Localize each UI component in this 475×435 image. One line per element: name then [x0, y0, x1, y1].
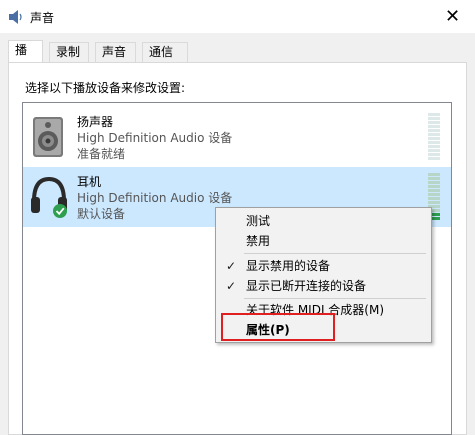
- menu-item-show-disabled[interactable]: ✓ 显示禁用的设备: [218, 256, 429, 276]
- tab-sounds[interactable]: 声音: [95, 42, 136, 62]
- menu-item-show-disconnected[interactable]: ✓ 显示已断开连接的设备: [218, 276, 429, 296]
- device-name: 扬声器: [77, 115, 114, 129]
- volume-level-meter: [428, 113, 440, 163]
- tab-communications[interactable]: 通信: [142, 42, 188, 62]
- speaker-app-icon: [9, 10, 22, 24]
- menu-separator: [244, 298, 426, 299]
- menu-item-disable[interactable]: 禁用: [218, 231, 429, 251]
- check-icon: ✓: [226, 279, 237, 293]
- instruction-text: 选择以下播放设备来修改设置:: [25, 81, 186, 95]
- device-description: High Definition Audio 设备: [77, 191, 233, 205]
- device-speaker[interactable]: 扬声器 High Definition Audio 设备 准备就绪: [23, 107, 451, 167]
- device-status: 准备就绪: [77, 147, 126, 161]
- tab-recording[interactable]: 录制: [49, 42, 89, 62]
- tab-playback[interactable]: 播放: [8, 40, 43, 76]
- sound-dialog: 声音 ✕ 播放 录制 声音 通信 选择以下播放设备来修改设置: 扬声器 High…: [0, 0, 475, 435]
- speaker-icon: [33, 117, 63, 157]
- highlight-annotation-box: [221, 313, 335, 341]
- menu-item-test[interactable]: 测试: [218, 211, 429, 231]
- close-button[interactable]: ✕: [430, 0, 475, 33]
- device-name: 耳机: [77, 175, 102, 189]
- window-title: 声音: [30, 11, 55, 25]
- title-bar: 声音 ✕: [0, 0, 475, 33]
- check-icon: ✓: [226, 259, 237, 273]
- device-description: High Definition Audio 设备: [77, 131, 233, 145]
- close-icon: ✕: [444, 6, 461, 27]
- device-status: 默认设备: [77, 207, 126, 221]
- menu-separator: [244, 253, 426, 254]
- headphones-icon: [31, 176, 67, 218]
